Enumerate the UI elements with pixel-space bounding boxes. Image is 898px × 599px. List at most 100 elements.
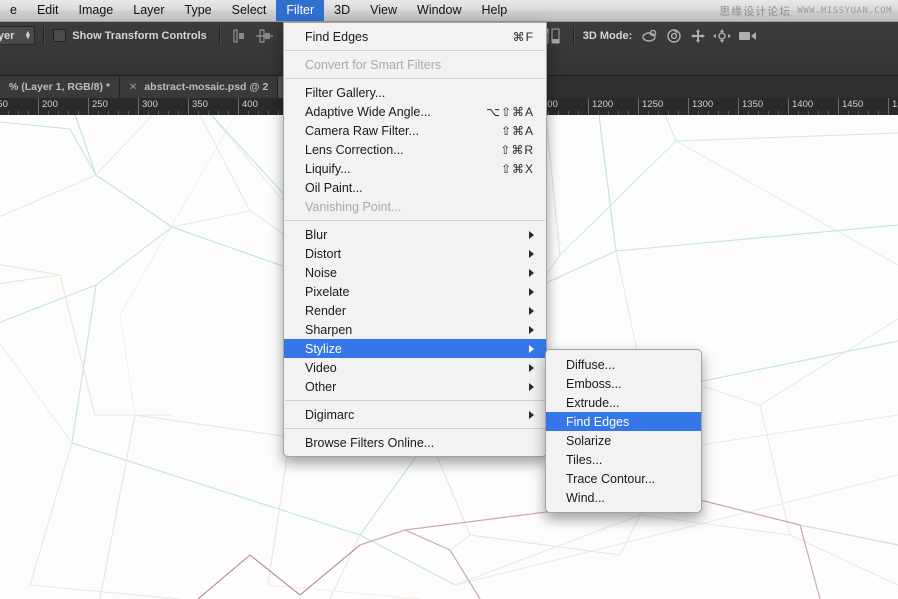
tab-bar-filler bbox=[526, 76, 898, 98]
menu-item-extrude[interactable]: Extrude... bbox=[546, 393, 701, 412]
menu-item-other[interactable]: Other bbox=[284, 377, 546, 396]
menu-item-window[interactable]: Window bbox=[407, 0, 471, 21]
submenu-arrow-icon bbox=[529, 344, 534, 353]
menu-item-label: Wind... bbox=[566, 490, 605, 505]
menu-item-digimarc[interactable]: Digimarc bbox=[284, 405, 546, 424]
menu-item-3d[interactable]: 3D bbox=[324, 0, 360, 21]
menu-item-shortcut: ⇧⌘R bbox=[500, 142, 534, 157]
menu-item-camera-raw-filter[interactable]: Camera Raw Filter... ⇧⌘A bbox=[284, 121, 546, 140]
slide-3d-icon[interactable] bbox=[712, 27, 732, 45]
menu-item-lens-correction[interactable]: Lens Correction... ⇧⌘R bbox=[284, 140, 546, 159]
stylize-submenu-popup[interactable]: Diffuse... Emboss... Extrude... Find Edges S… bbox=[545, 349, 702, 513]
roll-3d-icon[interactable] bbox=[664, 27, 684, 45]
menu-item-label: Adaptive Wide Angle... bbox=[305, 104, 431, 119]
camera-3d-icon[interactable] bbox=[736, 27, 760, 45]
menu-item-label: Camera Raw Filter... bbox=[305, 123, 419, 138]
menu-item-trace-contour[interactable]: Trace Contour... bbox=[546, 469, 701, 488]
ruler-major-tick: 1450 bbox=[838, 98, 863, 115]
menu-item-emboss[interactable]: Emboss... bbox=[546, 374, 701, 393]
menu-bar: e Edit Image Layer Type Select Filter 3D… bbox=[0, 0, 898, 22]
menu-item-select[interactable]: Select bbox=[222, 0, 277, 21]
menu-item-label: Noise bbox=[305, 265, 337, 280]
menu-item-find-edges[interactable]: Find Edges bbox=[546, 412, 701, 431]
submenu-arrow-icon bbox=[529, 249, 534, 258]
menu-item-label: Render bbox=[305, 303, 346, 318]
menu-separator bbox=[285, 400, 545, 401]
photoshop-window: e Edit Image Layer Type Select Filter 3D… bbox=[0, 0, 898, 599]
filter-menu-popup[interactable]: Find Edges ⌘F Convert for Smart Filters Fil… bbox=[283, 22, 547, 457]
submenu-arrow-icon bbox=[529, 306, 534, 315]
ruler-major-tick: 1400 bbox=[788, 98, 813, 115]
menu-item-liquify[interactable]: Liquify... ⇧⌘X bbox=[284, 159, 546, 178]
align-horizontal-centers-icon[interactable] bbox=[255, 27, 275, 45]
menu-item-layer[interactable]: Layer bbox=[123, 0, 174, 21]
menu-separator bbox=[285, 50, 545, 51]
menu-item-distort[interactable]: Distort bbox=[284, 244, 546, 263]
menu-item-diffuse[interactable]: Diffuse... bbox=[546, 355, 701, 374]
ruler-major-tick: 1300 bbox=[688, 98, 713, 115]
menu-item-browse-filters-online[interactable]: Browse Filters Online... bbox=[284, 433, 546, 452]
menu-item-label: Oil Paint... bbox=[305, 180, 363, 195]
align-left-edges-icon[interactable] bbox=[231, 27, 251, 45]
menu-item-video[interactable]: Video bbox=[284, 358, 546, 377]
menu-item-filter[interactable]: Filter bbox=[276, 0, 325, 21]
menu-item-label: Extrude... bbox=[566, 395, 620, 410]
menu-item-shortcut: ⇧⌘A bbox=[500, 123, 534, 138]
menu-item-pixelate[interactable]: Pixelate bbox=[284, 282, 546, 301]
watermark-chinese-text: 思缘设计论坛 bbox=[719, 4, 792, 18]
menu-item-label: Pixelate bbox=[305, 284, 350, 299]
ruler-major-tick: 1500 bbox=[888, 98, 898, 115]
layer-select-value: Layer bbox=[0, 29, 15, 42]
submenu-arrow-icon bbox=[529, 382, 534, 391]
submenu-arrow-icon bbox=[529, 230, 534, 239]
menu-item-edit[interactable]: Edit bbox=[27, 0, 69, 21]
close-icon[interactable]: ✕ bbox=[129, 82, 137, 93]
menu-item-solarize[interactable]: Solarize bbox=[546, 431, 701, 450]
menu-separator bbox=[285, 428, 545, 429]
menu-item-filter-gallery[interactable]: Filter Gallery... bbox=[284, 83, 546, 102]
menu-item-image[interactable]: Image bbox=[69, 0, 124, 21]
menu-item-label: Filter Gallery... bbox=[305, 85, 386, 100]
menu-item-view[interactable]: View bbox=[360, 0, 407, 21]
menu-item-label: Emboss... bbox=[566, 376, 622, 391]
menu-item-file[interactable]: e bbox=[0, 0, 27, 21]
menu-item-help[interactable]: Help bbox=[472, 0, 518, 21]
menu-item-label: Browse Filters Online... bbox=[305, 435, 435, 450]
menu-item-label: Solarize bbox=[566, 433, 612, 448]
menu-item-vanishing-point: Vanishing Point... bbox=[284, 197, 546, 216]
watermark-url-text: WWW.MISSYUAN.COM bbox=[797, 5, 892, 16]
orbit-3d-icon[interactable] bbox=[640, 27, 660, 45]
3d-mode-label: 3D Mode: bbox=[582, 29, 633, 42]
menu-item-label: Stylize bbox=[305, 341, 342, 356]
menu-item-stylize[interactable]: Stylize bbox=[284, 339, 546, 358]
menu-item-label: Convert for Smart Filters bbox=[305, 57, 442, 72]
submenu-arrow-icon bbox=[529, 287, 534, 296]
pan-3d-icon[interactable] bbox=[688, 27, 708, 45]
ruler-major-tick: 1250 bbox=[638, 98, 663, 115]
menu-item-label: Diffuse... bbox=[566, 357, 616, 372]
document-tab-1[interactable]: % (Layer 1, RGB/8) * bbox=[0, 76, 120, 98]
document-tab-1-label: % (Layer 1, RGB/8) * bbox=[9, 81, 110, 93]
menu-item-noise[interactable]: Noise bbox=[284, 263, 546, 282]
layer-select-dropdown[interactable]: Layer ▲▼ bbox=[0, 26, 36, 45]
menu-item-blur[interactable]: Blur bbox=[284, 225, 546, 244]
menu-item-adaptive-wide-angle[interactable]: Adaptive Wide Angle... ⌥⇧⌘A bbox=[284, 102, 546, 121]
menu-item-label: Sharpen bbox=[305, 322, 353, 337]
menu-item-wind[interactable]: Wind... bbox=[546, 488, 701, 507]
menu-item-type[interactable]: Type bbox=[175, 0, 222, 21]
menu-item-oil-paint[interactable]: Oil Paint... bbox=[284, 178, 546, 197]
document-tab-2[interactable]: ✕ abstract-mosaic.psd @ 2 bbox=[119, 76, 279, 98]
show-transform-controls-checkbox[interactable] bbox=[53, 29, 67, 42]
chevron-updown-icon: ▲ ▼ bbox=[24, 29, 32, 41]
menu-item-find-edges[interactable]: Find Edges ⌘F bbox=[284, 27, 546, 46]
options-divider-4 bbox=[572, 26, 575, 45]
options-divider-1 bbox=[43, 26, 46, 45]
menu-item-label: Find Edges bbox=[305, 29, 369, 44]
menu-item-sharpen[interactable]: Sharpen bbox=[284, 320, 546, 339]
document-tab-2-label: abstract-mosaic.psd @ 2 bbox=[144, 81, 269, 93]
menu-item-render[interactable]: Render bbox=[284, 301, 546, 320]
submenu-arrow-icon bbox=[529, 268, 534, 277]
menu-item-tiles[interactable]: Tiles... bbox=[546, 450, 701, 469]
options-divider-2 bbox=[218, 26, 221, 45]
menu-item-label: Lens Correction... bbox=[305, 142, 404, 157]
